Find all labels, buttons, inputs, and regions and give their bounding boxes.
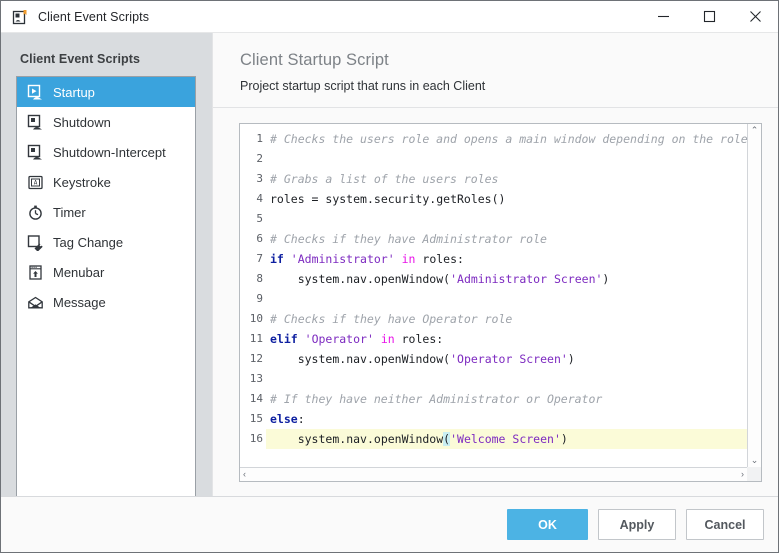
- ok-button[interactable]: OK: [507, 509, 588, 540]
- detail-panel: Client Startup Script Project startup sc…: [212, 33, 778, 496]
- close-icon[interactable]: [732, 1, 778, 32]
- editor-horizontal-scrollbar[interactable]: ‹ ›: [240, 467, 747, 481]
- line-number: 7: [256, 252, 263, 265]
- scroll-up-icon[interactable]: ⌃: [751, 126, 759, 135]
- keystroke-icon: A: [27, 174, 44, 191]
- title-bar: Client Event Scripts: [1, 1, 778, 33]
- sidebar-item-label: Tag Change: [53, 234, 124, 250]
- sidebar: Client Event Scripts Startup Shutdown Sh…: [1, 33, 212, 500]
- code-line: # Checks if they have Administrator role: [270, 232, 547, 246]
- minimize-icon[interactable]: [640, 1, 686, 32]
- client-event-scripts-window: Client Event Scripts Client Event Script…: [0, 0, 779, 553]
- line-number: 1: [256, 132, 263, 145]
- code-line: system.nav.openWindow('Operator Screen'): [297, 352, 575, 366]
- line-number: 9: [256, 292, 263, 305]
- sidebar-item-message[interactable]: Message: [17, 287, 195, 317]
- line-number: 2: [256, 152, 263, 165]
- code-line: # Grabs a list of the users roles: [270, 172, 499, 186]
- line-number: 14: [249, 392, 263, 405]
- startup-icon: [27, 84, 44, 101]
- code-line: else:: [270, 412, 305, 426]
- apply-button[interactable]: Apply: [598, 509, 676, 540]
- menubar-icon: [27, 264, 44, 281]
- code-line: # Checks if they have Operator role: [270, 312, 513, 326]
- sidebar-item-label: Menubar: [53, 264, 105, 280]
- scroll-left-icon[interactable]: ‹: [243, 470, 246, 479]
- line-number: 5: [256, 212, 263, 225]
- line-number-gutter: 1 2 3 4 5 6 7 8 9 10 11 12 13 14 15 16: [240, 124, 266, 467]
- page-subtitle: Project startup script that runs in each…: [240, 79, 486, 93]
- tag-change-icon: [27, 234, 44, 252]
- event-script-list[interactable]: Startup Shutdown Shutdown-Intercept A Ke…: [16, 76, 196, 500]
- line-number: 8: [256, 272, 263, 285]
- code-lines[interactable]: # Checks the users role and opens a main…: [266, 124, 747, 467]
- line-number: 4: [256, 192, 263, 205]
- dialog-body: Client Event Scripts Startup Shutdown Sh…: [1, 33, 778, 500]
- sidebar-item-label: Shutdown: [53, 114, 111, 130]
- code-line: # Checks the users role and opens a main…: [270, 132, 747, 146]
- window-controls: [640, 1, 778, 32]
- sidebar-item-shutdown[interactable]: Shutdown: [17, 107, 195, 137]
- panel-header: Client Startup Script Project startup sc…: [213, 33, 778, 108]
- cancel-button[interactable]: Cancel: [686, 509, 764, 540]
- line-number: 11: [249, 332, 263, 345]
- scrollbar-corner: [747, 467, 761, 481]
- svg-text:A: A: [34, 179, 38, 186]
- sidebar-heading: Client Event Scripts: [20, 52, 141, 66]
- line-number: 15: [249, 412, 263, 425]
- code-line: roles = system.security.getRoles(): [270, 192, 506, 206]
- line-number: 3: [256, 172, 263, 185]
- sidebar-item-label: Message: [53, 294, 106, 310]
- sidebar-item-label: Shutdown-Intercept: [53, 144, 166, 160]
- scroll-down-icon[interactable]: ⌄: [751, 456, 759, 465]
- shutdown-icon: [27, 114, 44, 131]
- line-number: 16: [249, 432, 263, 445]
- sidebar-item-keystroke[interactable]: A Keystroke: [17, 167, 195, 197]
- dialog-footer: OK Apply Cancel: [1, 496, 778, 552]
- sidebar-item-label: Timer: [53, 204, 86, 220]
- sidebar-item-label: Keystroke: [53, 174, 111, 190]
- timer-clock-icon: [27, 204, 44, 221]
- sidebar-item-tag-change[interactable]: Tag Change: [17, 227, 195, 257]
- sidebar-item-startup[interactable]: Startup: [17, 77, 195, 107]
- sidebar-item-menubar[interactable]: Menubar: [17, 257, 195, 287]
- code-area[interactable]: 1 2 3 4 5 6 7 8 9 10 11 12 13 14 15 16 #…: [240, 124, 747, 467]
- script-document-icon: [11, 8, 29, 26]
- code-line: if 'Administrator' in roles:: [270, 252, 464, 266]
- sidebar-item-shutdown-intercept[interactable]: Shutdown-Intercept: [17, 137, 195, 167]
- line-number: 6: [256, 232, 263, 245]
- sidebar-item-label: Startup: [53, 84, 95, 100]
- code-line: # If they have neither Administrator or …: [270, 392, 603, 406]
- code-line: system.nav.openWindow('Welcome Screen'): [266, 429, 747, 449]
- code-editor-viewport: 1 2 3 4 5 6 7 8 9 10 11 12 13 14 15 16 #…: [240, 124, 761, 467]
- code-line: elif 'Operator' in roles:: [270, 332, 444, 346]
- line-number: 13: [249, 372, 263, 385]
- sidebar-item-timer[interactable]: Timer: [17, 197, 195, 227]
- line-number: 10: [249, 312, 263, 325]
- code-line: system.nav.openWindow('Administrator Scr…: [297, 272, 610, 286]
- line-number: 12: [249, 352, 263, 365]
- shutdown-intercept-icon: [27, 144, 44, 161]
- code-editor[interactable]: 1 2 3 4 5 6 7 8 9 10 11 12 13 14 15 16 #…: [239, 123, 762, 482]
- page-title: Client Startup Script: [240, 51, 389, 69]
- message-envelope-icon: [27, 294, 44, 311]
- maximize-icon[interactable]: [686, 1, 732, 32]
- window-title: Client Event Scripts: [38, 9, 150, 24]
- scroll-right-icon[interactable]: ›: [741, 470, 744, 479]
- code-editor-container: 1 2 3 4 5 6 7 8 9 10 11 12 13 14 15 16 #…: [213, 108, 778, 496]
- editor-vertical-scrollbar[interactable]: ⌃ ⌄: [747, 124, 761, 467]
